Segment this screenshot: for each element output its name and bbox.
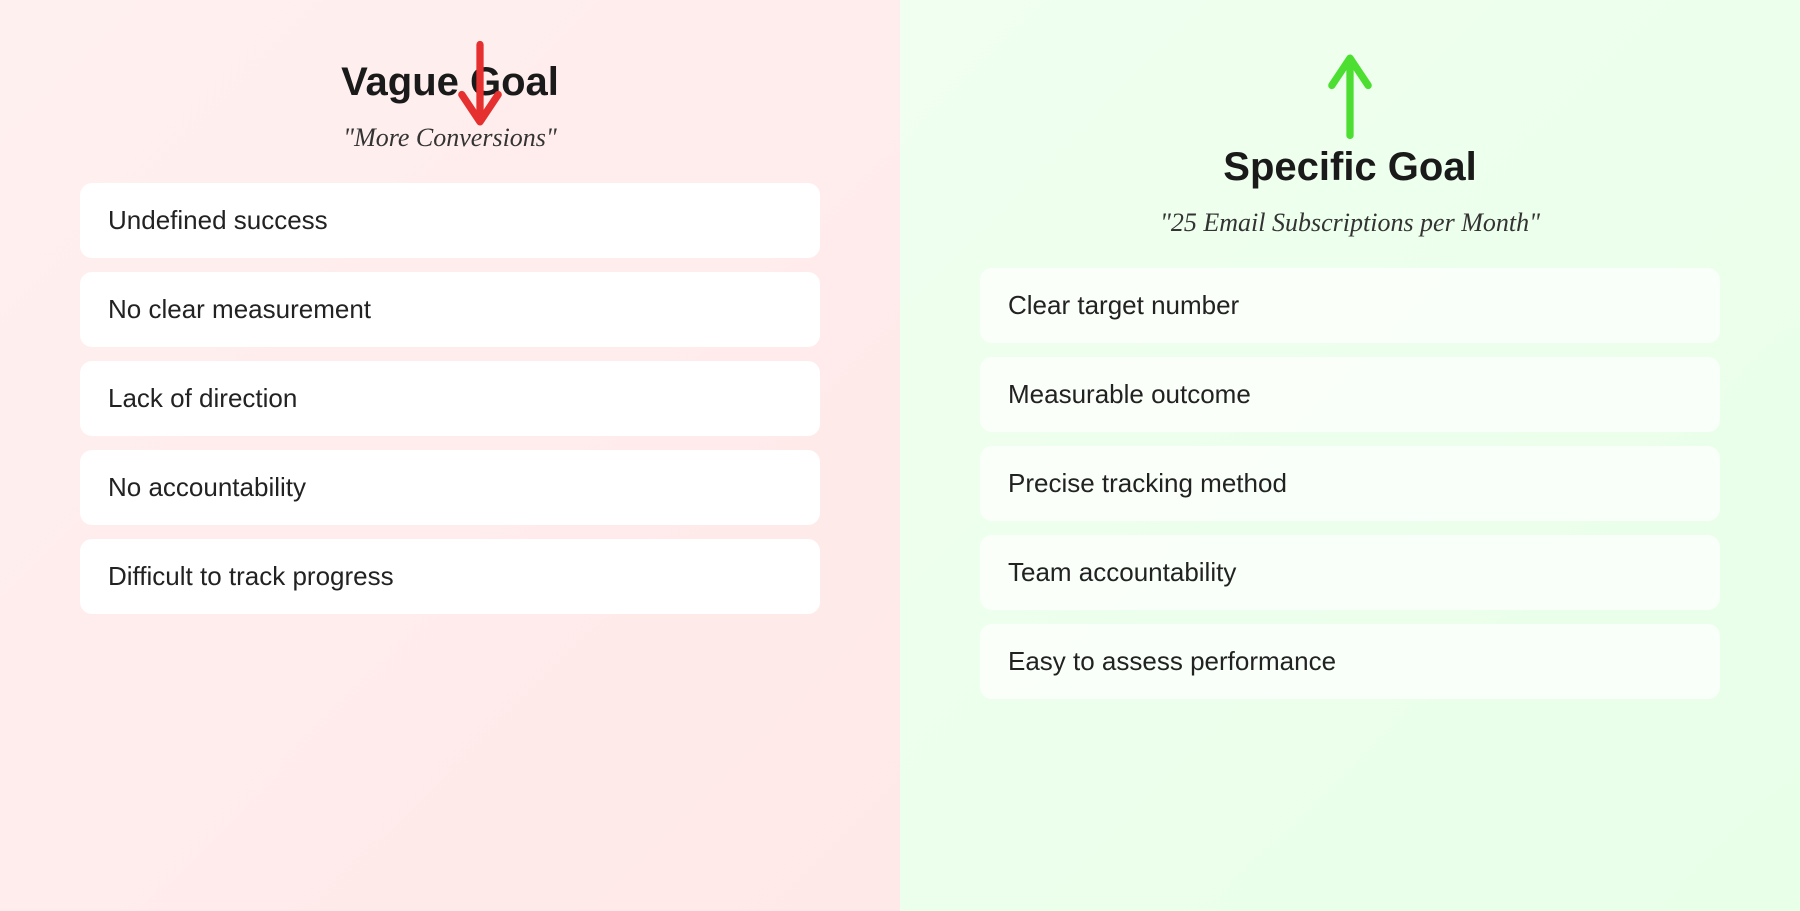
list-item: No clear measurement <box>80 272 820 347</box>
right-panel-subtitle: "25 Email Subscriptions per Month" <box>1160 208 1540 238</box>
list-item: No accountability <box>80 450 820 525</box>
list-item: Team accountability <box>980 535 1720 610</box>
right-panel: Specific Goal "25 Email Subscriptions pe… <box>900 0 1800 911</box>
list-item: Measurable outcome <box>980 357 1720 432</box>
left-items-container: Undefined success No clear measurement L… <box>80 183 820 628</box>
list-item: Difficult to track progress <box>80 539 820 614</box>
list-item: Precise tracking method <box>980 446 1720 521</box>
left-panel: Vague Goal "More Conversions" Undefined … <box>0 0 900 911</box>
list-item: Easy to assess performance <box>980 624 1720 699</box>
list-item: Undefined success <box>80 183 820 258</box>
list-item: Lack of direction <box>80 361 820 436</box>
right-items-container: Clear target number Measurable outcome P… <box>980 268 1720 713</box>
list-item: Clear target number <box>980 268 1720 343</box>
up-arrow-icon <box>1320 40 1380 145</box>
right-panel-title: Specific Goal <box>1223 145 1476 190</box>
